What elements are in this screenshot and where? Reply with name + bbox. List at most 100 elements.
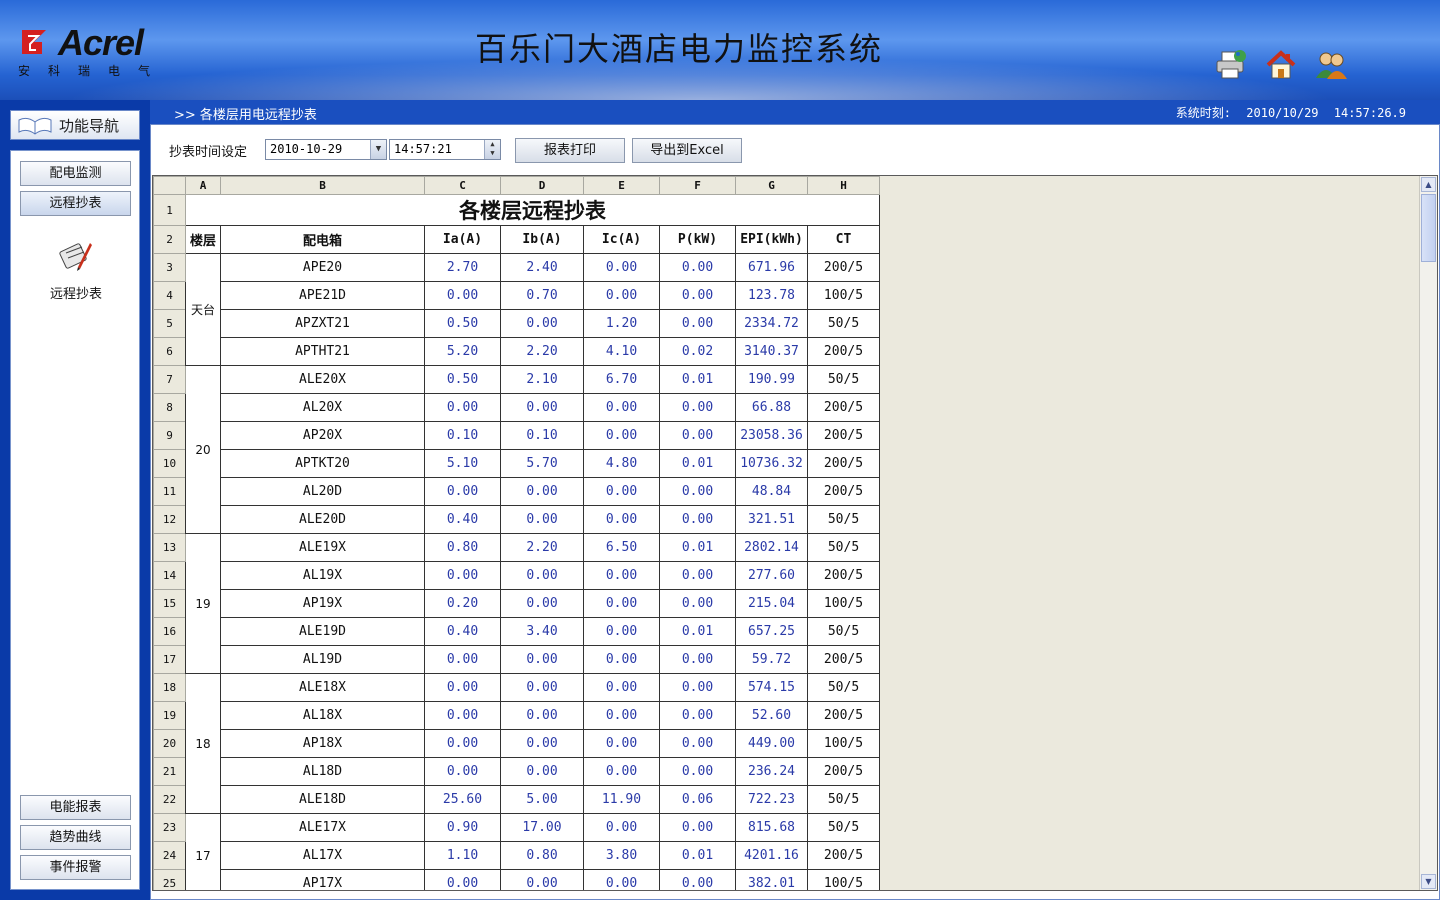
value-cell[interactable]: 5.00 xyxy=(500,785,584,814)
value-cell[interactable]: 66.88 xyxy=(735,393,808,422)
date-picker[interactable]: 2010-10-29 ▼ xyxy=(265,139,387,160)
value-cell[interactable]: 200/5 xyxy=(807,701,880,730)
value-cell[interactable]: 2.10 xyxy=(500,365,584,394)
value-cell[interactable]: 0.00 xyxy=(583,729,660,758)
value-cell[interactable]: 50/5 xyxy=(807,617,880,646)
panel-name-cell[interactable]: ALE19D xyxy=(220,617,425,646)
panel-name-cell[interactable]: AL18D xyxy=(220,757,425,786)
row-number[interactable]: 16 xyxy=(153,617,186,646)
value-cell[interactable]: 0.00 xyxy=(424,673,501,702)
value-cell[interactable]: 200/5 xyxy=(807,253,880,282)
value-cell[interactable]: 0.40 xyxy=(424,505,501,534)
value-cell[interactable]: 1.20 xyxy=(583,309,660,338)
value-cell[interactable]: 100/5 xyxy=(807,729,880,758)
value-cell[interactable]: 100/5 xyxy=(807,869,880,890)
value-cell[interactable]: 0.00 xyxy=(500,477,584,506)
value-cell[interactable]: 0.00 xyxy=(583,869,660,890)
value-cell[interactable]: 200/5 xyxy=(807,561,880,590)
value-cell[interactable]: 0.90 xyxy=(424,813,501,842)
value-cell[interactable]: 0.00 xyxy=(500,393,584,422)
select-all-corner[interactable] xyxy=(153,176,186,195)
value-cell[interactable]: 0.00 xyxy=(424,393,501,422)
row-number[interactable]: 2 xyxy=(153,225,186,254)
value-cell[interactable]: 0.00 xyxy=(583,645,660,674)
row-number[interactable]: 20 xyxy=(153,729,186,758)
nav-event-alarm-button[interactable]: 事件报警 xyxy=(20,855,131,880)
value-cell[interactable]: 50/5 xyxy=(807,533,880,562)
value-cell[interactable]: 0.00 xyxy=(583,561,660,590)
value-cell[interactable]: 5.70 xyxy=(500,449,584,478)
value-cell[interactable]: 2.20 xyxy=(500,533,584,562)
row-number[interactable]: 10 xyxy=(153,449,186,478)
value-cell[interactable]: 200/5 xyxy=(807,421,880,450)
value-cell[interactable]: 0.00 xyxy=(659,757,736,786)
value-cell[interactable]: 2.20 xyxy=(500,337,584,366)
value-cell[interactable]: 0.40 xyxy=(424,617,501,646)
value-cell[interactable]: 0.10 xyxy=(500,421,584,450)
value-cell[interactable]: 0.00 xyxy=(583,701,660,730)
chevron-down-icon[interactable]: ▼ xyxy=(370,140,386,159)
panel-name-cell[interactable]: ALE20D xyxy=(220,505,425,534)
value-cell[interactable]: 0.00 xyxy=(583,505,660,534)
value-cell[interactable]: 5.20 xyxy=(424,337,501,366)
value-cell[interactable]: 0.00 xyxy=(424,645,501,674)
row-number[interactable]: 25 xyxy=(153,869,186,890)
panel-name-cell[interactable]: AL18X xyxy=(220,701,425,730)
value-cell[interactable]: 657.25 xyxy=(735,617,808,646)
value-cell[interactable]: 0.00 xyxy=(424,757,501,786)
value-cell[interactable]: 200/5 xyxy=(807,477,880,506)
value-cell[interactable]: 0.00 xyxy=(659,421,736,450)
value-cell[interactable]: 0.00 xyxy=(659,729,736,758)
value-cell[interactable]: 0.00 xyxy=(424,729,501,758)
panel-name-cell[interactable]: ALE18D xyxy=(220,785,425,814)
nav-distribution-monitor-button[interactable]: 配电监测 xyxy=(20,161,131,186)
panel-name-cell[interactable]: AL19D xyxy=(220,645,425,674)
row-number[interactable]: 5 xyxy=(153,309,186,338)
value-cell[interactable]: 3140.37 xyxy=(735,337,808,366)
column-letter[interactable]: A xyxy=(185,176,221,195)
panel-name-cell[interactable]: APTHT21 xyxy=(220,337,425,366)
value-cell[interactable]: 0.00 xyxy=(659,701,736,730)
value-cell[interactable]: 100/5 xyxy=(807,589,880,618)
value-cell[interactable]: 0.00 xyxy=(659,589,736,618)
value-cell[interactable]: 574.15 xyxy=(735,673,808,702)
value-cell[interactable]: 277.60 xyxy=(735,561,808,590)
value-cell[interactable]: 2334.72 xyxy=(735,309,808,338)
column-letter[interactable]: C xyxy=(424,176,501,195)
panel-name-cell[interactable]: APE21D xyxy=(220,281,425,310)
row-number[interactable]: 1 xyxy=(153,194,186,226)
value-cell[interactable]: 59.72 xyxy=(735,645,808,674)
scroll-down-icon[interactable]: ▼ xyxy=(1421,874,1436,889)
value-cell[interactable]: 815.68 xyxy=(735,813,808,842)
value-cell[interactable]: 0.00 xyxy=(659,477,736,506)
value-cell[interactable]: 0.00 xyxy=(659,813,736,842)
value-cell[interactable]: 6.70 xyxy=(583,365,660,394)
value-cell[interactable]: 50/5 xyxy=(807,365,880,394)
print-report-button[interactable]: 报表打印 xyxy=(515,138,625,163)
value-cell[interactable]: 0.01 xyxy=(659,449,736,478)
panel-name-cell[interactable]: APZXT21 xyxy=(220,309,425,338)
value-cell[interactable]: 236.24 xyxy=(735,757,808,786)
value-cell[interactable]: 200/5 xyxy=(807,841,880,870)
value-cell[interactable]: 0.00 xyxy=(659,309,736,338)
row-number[interactable]: 9 xyxy=(153,421,186,450)
value-cell[interactable]: 200/5 xyxy=(807,337,880,366)
value-cell[interactable]: 0.00 xyxy=(583,393,660,422)
row-number[interactable]: 7 xyxy=(153,365,186,394)
value-cell[interactable]: 321.51 xyxy=(735,505,808,534)
value-cell[interactable]: 0.00 xyxy=(500,561,584,590)
value-cell[interactable]: 10736.32 xyxy=(735,449,808,478)
value-cell[interactable]: 0.70 xyxy=(500,281,584,310)
value-cell[interactable]: 449.00 xyxy=(735,729,808,758)
value-cell[interactable]: 0.00 xyxy=(583,813,660,842)
value-cell[interactable]: 0.00 xyxy=(500,869,584,890)
export-excel-button[interactable]: 导出到Excel xyxy=(632,138,742,163)
value-cell[interactable]: 0.00 xyxy=(424,477,501,506)
panel-name-cell[interactable]: AL20D xyxy=(220,477,425,506)
value-cell[interactable]: 0.00 xyxy=(583,617,660,646)
row-number[interactable]: 23 xyxy=(153,813,186,842)
column-letter[interactable]: B xyxy=(220,176,425,195)
panel-name-cell[interactable]: AP18X xyxy=(220,729,425,758)
row-number[interactable]: 11 xyxy=(153,477,186,506)
column-letter[interactable]: E xyxy=(583,176,660,195)
